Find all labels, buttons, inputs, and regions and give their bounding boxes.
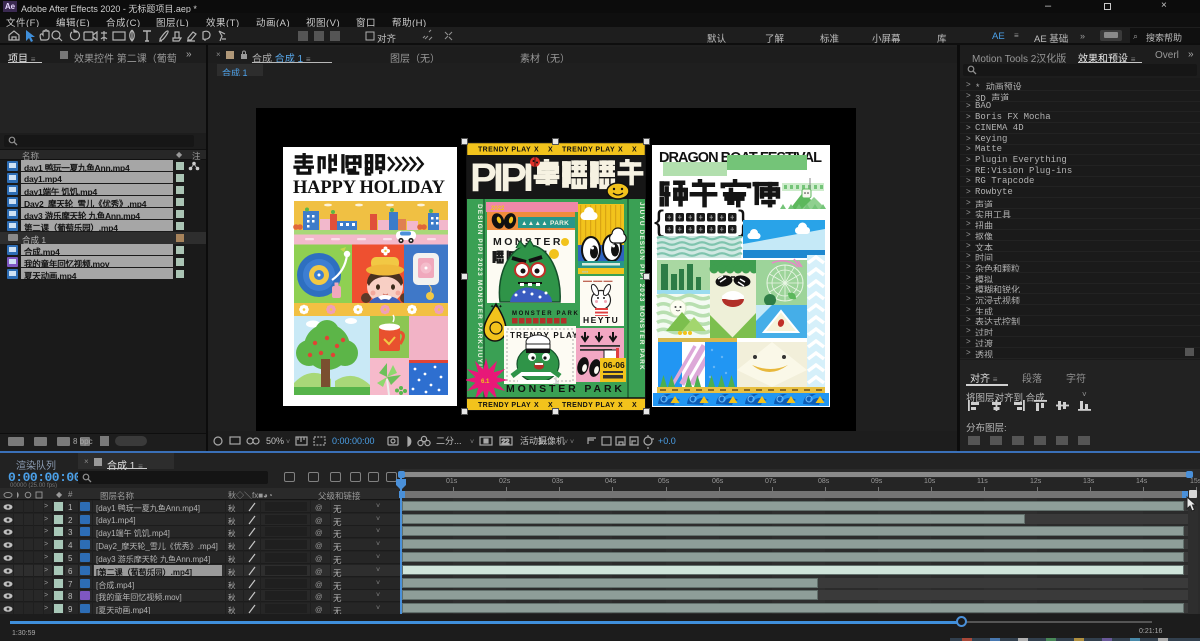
svg-text:TRENDY PLAY: TRENDY PLAY xyxy=(478,402,531,409)
svg-text:TRENDY PLAY: TRENDY PLAY xyxy=(478,147,531,154)
svg-text:˅: ˅ xyxy=(564,439,568,446)
svg-text:X: X xyxy=(548,147,553,154)
svg-text:X: X xyxy=(618,402,623,409)
svg-text:0:00:00:00: 0:00:00:00 xyxy=(332,436,375,446)
svg-text:1...: 1... xyxy=(538,436,551,446)
svg-text:PIPI: PIPI xyxy=(470,156,532,200)
svg-text:DESIGN PIPI 2023 MONSTER PARKJ: DESIGN PIPI 2023 MONSTER PARKJIUYU xyxy=(476,204,483,370)
svg-text:MONSTER PARK: MONSTER PARK xyxy=(512,311,579,317)
svg-text:JIUYU DESIGN PIPI 2023 MONSTER: JIUYU DESIGN PIPI 2023 MONSTER PARK xyxy=(638,202,645,371)
svg-text:6.1: 6.1 xyxy=(481,379,490,385)
svg-text:X: X xyxy=(548,402,553,409)
svg-text:▬▬ ▬▬ ▬▬: ▬▬ ▬▬ ▬▬ xyxy=(583,278,613,283)
svg-text:˅: ˅ xyxy=(570,439,574,446)
svg-text:HEYTU: HEYTU xyxy=(583,315,619,325)
svg-text:HAPPY HOLIDAY: HAPPY HOLIDAY xyxy=(293,178,446,198)
svg-text:TRENDY PLAY: TRENDY PLAY xyxy=(562,402,615,409)
svg-text:X: X xyxy=(534,147,539,154)
svg-text:50%: 50% xyxy=(266,436,284,446)
svg-text:{: { xyxy=(654,205,664,238)
svg-text:MONSTER PARK: MONSTER PARK xyxy=(506,383,624,395)
svg-text:▲▲▲▲ PARK: ▲▲▲▲ PARK xyxy=(521,220,569,227)
svg-text:˅: ˅ xyxy=(286,439,290,446)
svg-text:˅: ˅ xyxy=(470,439,474,446)
svg-text:+0.0: +0.0 xyxy=(658,436,676,446)
svg-text:TRENDY PLAY: TRENDY PLAY xyxy=(562,147,615,154)
svg-text:二分...: 二分... xyxy=(436,436,462,446)
svg-text:22: 22 xyxy=(502,439,510,446)
svg-text:X: X xyxy=(618,147,623,154)
svg-text:♦♦♦: ♦♦♦ xyxy=(582,269,588,274)
svg-text:X: X xyxy=(534,402,539,409)
svg-text:X: X xyxy=(632,402,637,409)
svg-text:2022: 2022 xyxy=(491,206,505,212)
svg-text:06-06: 06-06 xyxy=(603,360,625,370)
svg-text:✦✦✦: ✦✦✦ xyxy=(490,304,503,310)
svg-text:X: X xyxy=(632,147,637,154)
